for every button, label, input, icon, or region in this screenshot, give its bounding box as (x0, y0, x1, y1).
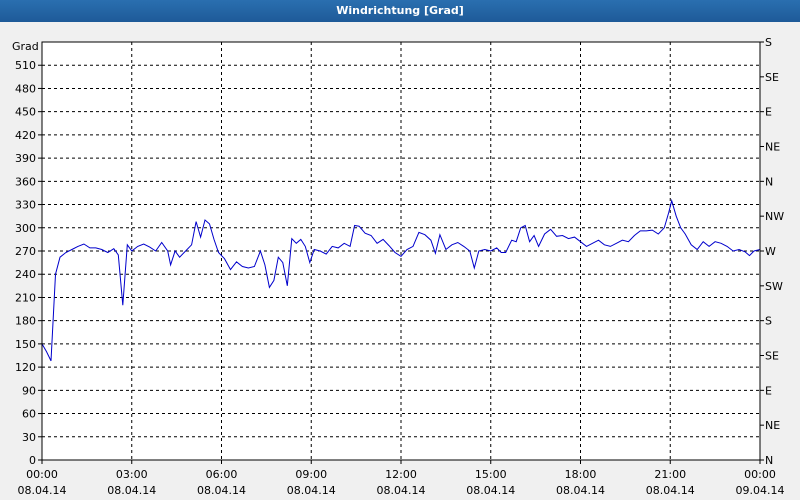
y-tick-label: 510 (15, 59, 36, 72)
right-tick-label: S (765, 315, 772, 328)
y-tick-label: 240 (15, 268, 36, 281)
y-tick-label: 270 (15, 245, 36, 258)
right-tick-label: SE (765, 71, 779, 84)
y-tick-label: 0 (29, 454, 36, 467)
right-tick-label: W (765, 245, 776, 258)
x-tick-time: 00:00 (26, 468, 58, 481)
right-tick-label: SW (765, 280, 783, 293)
y-axis-label: Grad (12, 40, 39, 53)
right-tick-label: E (765, 106, 772, 119)
y-tick-label: 120 (15, 361, 36, 374)
y-tick-label: 210 (15, 291, 36, 304)
x-tick-time: 12:00 (385, 468, 417, 481)
right-tick-label: E (765, 384, 772, 397)
y-tick-label: 60 (22, 408, 36, 421)
right-tick-label: SE (765, 350, 779, 363)
right-tick-label: NE (765, 419, 780, 432)
right-tick-label: NW (765, 210, 784, 223)
x-tick-date: 08.04.14 (466, 484, 515, 497)
x-tick-time: 21:00 (654, 468, 686, 481)
x-tick-date: 08.04.14 (287, 484, 336, 497)
y-tick-label: 480 (15, 82, 36, 95)
x-tick-date: 09.04.14 (736, 484, 785, 497)
y-tick-label: 330 (15, 199, 36, 212)
x-tick-time: 15:00 (475, 468, 507, 481)
chart: 0 30 60 90 120 150 180 210 240 270 300 330 360 390 420… (12, 36, 785, 497)
x-tick-time: 03:00 (116, 468, 148, 481)
y-tick-label: 150 (15, 338, 36, 351)
x-tick-date: 08.04.14 (377, 484, 426, 497)
y-tick-label: 300 (15, 222, 36, 235)
x-tick-date: 08.04.14 (646, 484, 695, 497)
x-tick-date: 08.04.14 (197, 484, 246, 497)
y-tick-label: 360 (15, 175, 36, 188)
right-tick-label: NE (765, 141, 780, 154)
right-tick-label: S (765, 36, 772, 49)
y-tick-label: 390 (15, 152, 36, 165)
x-tick-time: 06:00 (206, 468, 238, 481)
x-tick-date: 08.04.14 (556, 484, 605, 497)
x-tick-time: 00:00 (744, 468, 776, 481)
right-tick-label: N (765, 175, 773, 188)
y-tick-label: 90 (22, 384, 36, 397)
x-axis: 00:00 08.04.14 03:00 08.04.14 06:00 08.04.14 0… (18, 460, 785, 497)
y-tick-label: 180 (15, 315, 36, 328)
y-tick-label: 30 (22, 431, 36, 444)
x-tick-time: 09:00 (295, 468, 327, 481)
x-tick-date: 08.04.14 (18, 484, 67, 497)
y-tick-label: 450 (15, 106, 36, 119)
y-axis-right: N NE E SE S SW W NW N NE E SE S (760, 36, 784, 467)
y-axis-left: 0 30 60 90 120 150 180 210 240 270 300 330 360 390 420… (15, 59, 42, 467)
right-tick-label: N (765, 454, 773, 467)
y-tick-label: 420 (15, 129, 36, 142)
x-tick-date: 08.04.14 (107, 484, 156, 497)
x-tick-time: 18:00 (565, 468, 597, 481)
